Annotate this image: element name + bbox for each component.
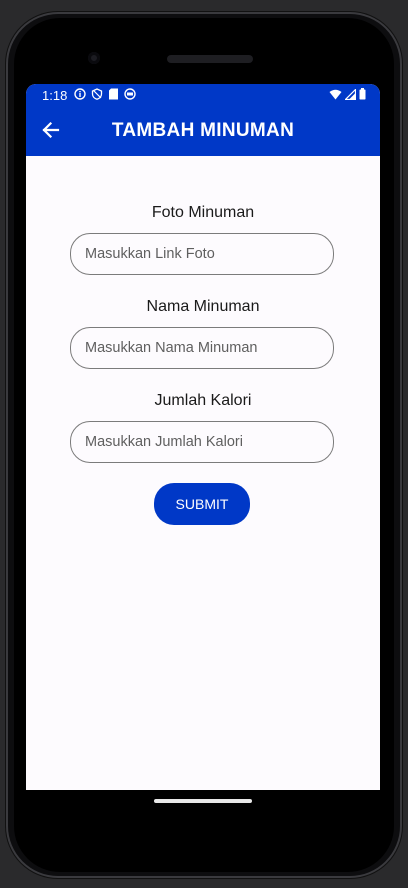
status-time: 1:18 — [42, 88, 68, 103]
app-bar: TAMBAH MINUMAN — [26, 106, 380, 156]
photo-link-input[interactable] — [70, 233, 334, 275]
wifi-icon — [329, 89, 342, 99]
battery-icon — [359, 88, 366, 100]
photo-label: Foto Minuman — [151, 204, 255, 221]
sd-card-icon — [109, 88, 118, 100]
calorie-label: Jumlah Kalori — [154, 392, 252, 409]
drink-name-input[interactable] — [70, 327, 334, 369]
home-indicator[interactable] — [154, 799, 252, 803]
system-nav-bar — [26, 790, 380, 820]
signal-icon — [345, 88, 356, 100]
page-title: TAMBAH MINUMAN — [111, 120, 295, 141]
front-camera — [88, 52, 100, 64]
app-screen: 1:18 TAMBAH MINUMAN Foto Minuman Masukka… — [26, 84, 380, 790]
status-right-icons — [329, 88, 366, 100]
sync-icon — [124, 88, 136, 100]
shield-icon — [91, 88, 103, 100]
status-bar: 1:18 — [26, 84, 380, 106]
calorie-input[interactable] — [70, 421, 334, 463]
name-label: Nama Minuman — [146, 298, 260, 315]
earpiece-speaker — [167, 55, 253, 63]
info-icon — [74, 88, 86, 100]
status-left-icons — [74, 88, 136, 100]
submit-button[interactable]: SUBMIT — [154, 483, 250, 525]
